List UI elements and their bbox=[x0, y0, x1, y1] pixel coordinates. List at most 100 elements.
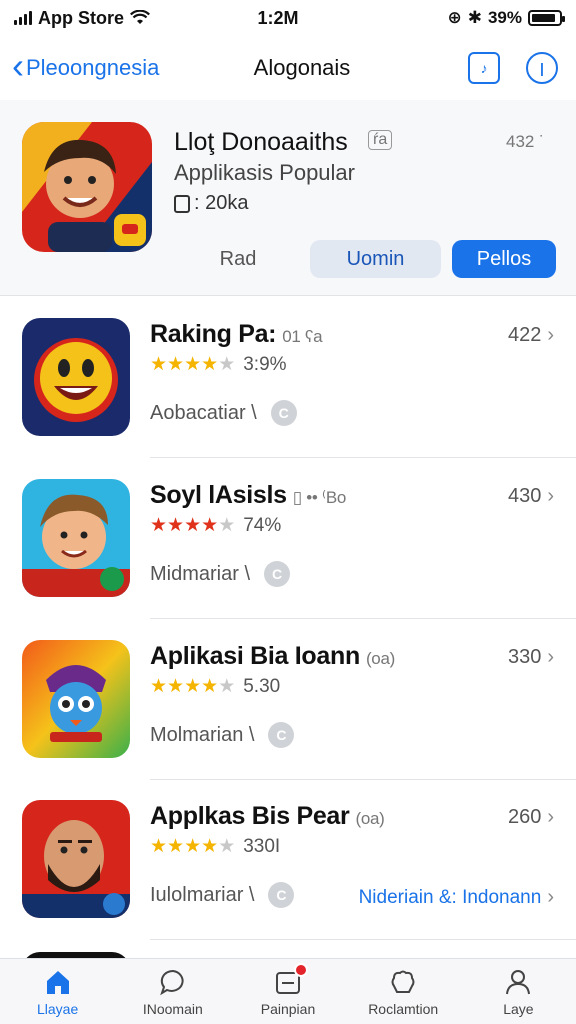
app-rating: ★★★★★ 74% bbox=[150, 515, 281, 537]
app-tag: (oa) bbox=[355, 809, 385, 828]
featured-badge: ŕa bbox=[368, 130, 393, 150]
featured-app-icon bbox=[22, 122, 152, 252]
tab-profile[interactable]: Laye bbox=[461, 959, 576, 1024]
featured-card[interactable]: Lloţ Donoaaiths ŕa 432 ˙ Applikasis Popu… bbox=[0, 100, 576, 296]
battery-icon bbox=[528, 10, 565, 26]
featured-app-name: Lloţ Donoaaiths bbox=[174, 128, 348, 156]
puzzle-icon bbox=[388, 967, 418, 997]
app-rating: ★★★★★ 330I bbox=[150, 836, 280, 858]
app-count: 430 › bbox=[507, 485, 554, 507]
segment-rad[interactable]: Rad bbox=[174, 240, 302, 278]
chat-icon bbox=[158, 967, 188, 997]
location-icon: ⊕ bbox=[447, 8, 462, 27]
star-rating: ★★★★★ bbox=[150, 515, 235, 537]
app-name: Soyl lAsisls ▯ •• ⁽Bo bbox=[150, 481, 347, 509]
app-rating: ★★★★★ 3:9% bbox=[150, 354, 287, 376]
back-button[interactable]: ‹ Pleoongnesia bbox=[12, 48, 212, 84]
developer-link[interactable]: Nideriain &: Indonann › bbox=[359, 886, 554, 909]
featured-meta: : 20ka bbox=[174, 192, 248, 215]
star-icon: ★ bbox=[218, 676, 236, 697]
chevron-left-icon: ‹ bbox=[12, 45, 24, 86]
rating-text: 330I bbox=[243, 836, 281, 857]
list-item[interactable]: Aplikasi Bia Ioann (oa) 330 › ★★★★★ 5.30 M… bbox=[0, 620, 576, 780]
rating-text: 74% bbox=[243, 515, 282, 536]
app-count: 422 › bbox=[507, 324, 554, 346]
battery-fill bbox=[532, 14, 556, 22]
app-category: Molmarian \ C bbox=[150, 722, 295, 748]
app-name: Applkas Bis Pear (oa) bbox=[150, 802, 385, 830]
star-icon: ★ bbox=[167, 515, 185, 536]
list-item[interactable]: Applkas Bis Pear (oa) 260 › ★★★★★ 330I Iul… bbox=[0, 780, 576, 940]
refresh-icon: C bbox=[270, 400, 297, 426]
star-icon: ★ bbox=[201, 515, 219, 536]
divider bbox=[150, 457, 576, 458]
refresh-icon: C bbox=[268, 722, 295, 748]
tab-inbox[interactable]: Painpian bbox=[230, 959, 345, 1024]
app-category: Midmariar \ C bbox=[150, 561, 291, 587]
star-icon: ★ bbox=[167, 836, 185, 857]
refresh-icon: C bbox=[264, 561, 291, 587]
star-icon: ★ bbox=[201, 676, 219, 697]
star-rating: ★★★★★ bbox=[150, 354, 235, 376]
app-tag: (oa) bbox=[365, 649, 395, 668]
star-icon: ★ bbox=[150, 354, 168, 375]
back-label: Pleoongnesia bbox=[26, 55, 160, 80]
tab-label: Llayae bbox=[36, 1001, 79, 1017]
nav-bar: ‹ Pleoongnesia Alogonais ♪ | bbox=[0, 40, 576, 96]
star-icon: ★ bbox=[184, 354, 202, 375]
star-icon: ★ bbox=[184, 515, 202, 536]
star-rating: ★★★★★ bbox=[150, 676, 235, 698]
tab-chat[interactable]: INoomain bbox=[115, 959, 230, 1024]
tab-puzzle[interactable]: Roclamtion bbox=[346, 959, 461, 1024]
tab-label: Roclamtion bbox=[368, 1001, 439, 1017]
nav-actions: ♪ | bbox=[468, 52, 564, 84]
featured-count: 432 ˙ bbox=[506, 132, 545, 151]
carrier-label: App Store bbox=[38, 7, 125, 28]
list-item[interactable]: Soyl lAsisls ▯ •• ⁽Bo 430 › ★★★★★ 74% Midm… bbox=[0, 459, 576, 619]
star-icon: ★ bbox=[167, 676, 185, 697]
rating-text: 5.30 bbox=[243, 676, 281, 697]
segment-pellos[interactable]: Pellos bbox=[452, 240, 556, 278]
star-icon: ★ bbox=[150, 676, 168, 697]
app-tag: 01 ʕa bbox=[282, 327, 323, 346]
app-rating: ★★★★★ 5.30 bbox=[150, 676, 280, 698]
app-category: Iulolmariar \ C bbox=[150, 882, 295, 908]
star-icon: ★ bbox=[201, 836, 219, 857]
chevron-right-icon: › bbox=[547, 646, 554, 668]
status-right: ⊕ ✱ 39% bbox=[362, 8, 565, 28]
tab-home[interactable]: Llayae bbox=[0, 959, 115, 1024]
star-icon: ★ bbox=[167, 354, 185, 375]
app-icon bbox=[22, 640, 130, 758]
star-icon: ★ bbox=[184, 836, 202, 857]
notification-badge bbox=[294, 963, 308, 977]
list-item-partial bbox=[0, 940, 576, 960]
app-count: 330 › bbox=[507, 646, 554, 668]
chevron-right-icon: › bbox=[547, 485, 554, 507]
list-item[interactable]: Raking Pa: 01 ʕa 422 › ★★★★★ 3:9% Aobacati… bbox=[0, 298, 576, 458]
segment-uomin[interactable]: Uomin bbox=[310, 240, 441, 278]
battery-percent: 39% bbox=[487, 8, 522, 27]
bluetooth-icon: ✱ bbox=[467, 8, 482, 27]
tab-bar: Llayae INoomain Painpian Roclamtion Laye bbox=[0, 958, 576, 1024]
star-icon: ★ bbox=[218, 354, 236, 375]
refresh-icon: C bbox=[268, 882, 295, 908]
app-name: Raking Pa: 01 ʕa bbox=[150, 320, 323, 348]
status-time: 1:2M bbox=[257, 7, 299, 28]
app-name: Aplikasi Bia Ioann (oa) bbox=[150, 642, 395, 670]
star-icon: ★ bbox=[201, 354, 219, 375]
featured-meta-text: : 20ka bbox=[194, 192, 249, 214]
music-note-icon[interactable]: ♪ bbox=[468, 52, 500, 84]
tab-label: Painpian bbox=[260, 1001, 316, 1017]
info-icon[interactable]: | bbox=[526, 52, 558, 84]
star-rating: ★★★★★ bbox=[150, 836, 235, 858]
star-icon: ★ bbox=[218, 515, 236, 536]
app-icon bbox=[22, 318, 130, 436]
chevron-right-icon: › bbox=[547, 806, 554, 828]
box-icon bbox=[174, 194, 190, 213]
star-icon: ★ bbox=[150, 836, 168, 857]
app-icon bbox=[22, 800, 130, 918]
app-count: 260 › bbox=[507, 806, 554, 828]
signal-icon bbox=[14, 11, 32, 25]
star-icon: ★ bbox=[218, 836, 236, 857]
featured-subtitle: Applikasis Popular bbox=[174, 160, 355, 185]
